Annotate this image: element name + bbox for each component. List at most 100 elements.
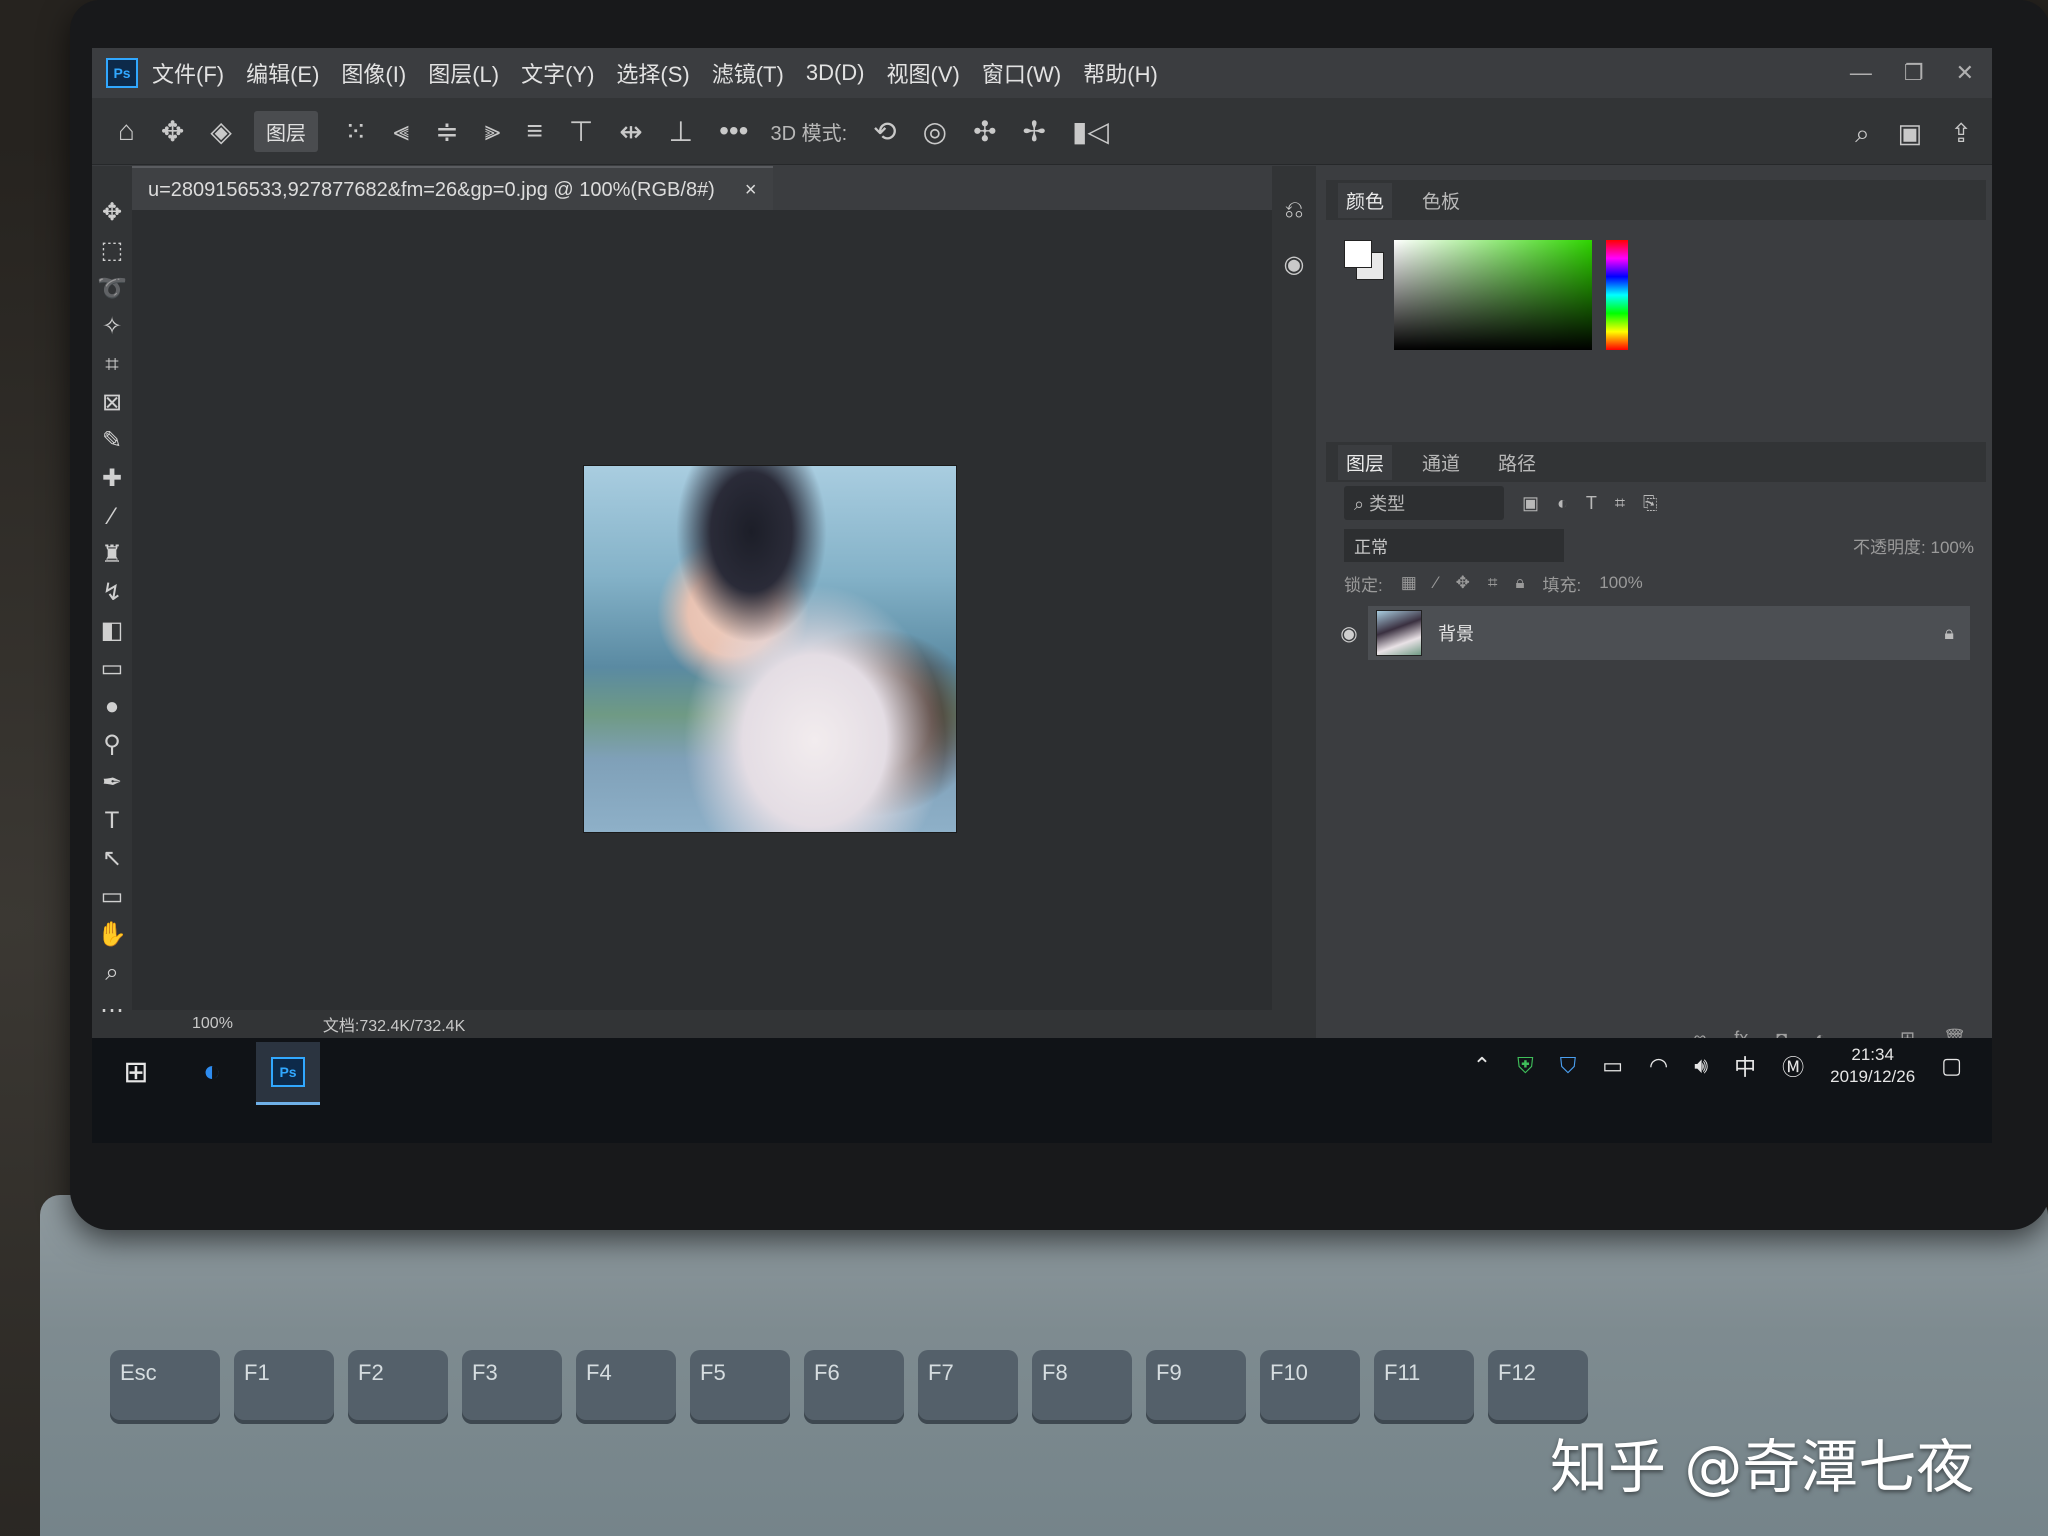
- history-brush-icon[interactable]: ↯: [102, 580, 122, 606]
- brush-icon[interactable]: ⁄: [110, 504, 114, 530]
- menu-3d[interactable]: 3D(D): [806, 60, 865, 86]
- marquee-icon[interactable]: ⬚: [101, 238, 124, 264]
- healing-icon[interactable]: ✚: [102, 466, 122, 492]
- pen-icon[interactable]: ✒: [102, 770, 122, 796]
- key-f8[interactable]: F8: [1032, 1350, 1132, 1424]
- key-f9[interactable]: F9: [1146, 1350, 1246, 1424]
- opacity-value[interactable]: 100%: [1931, 538, 1974, 557]
- filter-pixel-icon[interactable]: ▣: [1522, 493, 1539, 514]
- more-options-icon[interactable]: •••: [719, 115, 748, 147]
- menu-select[interactable]: 选择(S): [616, 57, 689, 89]
- share-icon[interactable]: ⇪: [1950, 118, 1972, 150]
- zoom-level[interactable]: 100%: [192, 1015, 233, 1033]
- menu-help[interactable]: 帮助(H): [1083, 57, 1158, 89]
- dodge-icon[interactable]: ⚲: [103, 732, 121, 758]
- ime-indicator[interactable]: 中: [1734, 1050, 1756, 1082]
- volume-icon[interactable]: 🔊︎: [1694, 1053, 1708, 1079]
- filter-type-icon[interactable]: T: [1586, 493, 1597, 514]
- menu-layer[interactable]: 图层(L): [428, 57, 499, 89]
- battery-icon[interactable]: ▭: [1602, 1053, 1623, 1079]
- key-f2[interactable]: F2: [348, 1350, 448, 1424]
- lock-pixels-icon[interactable]: ⁄: [1435, 573, 1438, 593]
- move-icon[interactable]: ✥: [102, 200, 122, 226]
- key-esc[interactable]: Esc: [110, 1350, 220, 1424]
- align-left-icon[interactable]: ⫷: [393, 115, 409, 148]
- rectangle-icon[interactable]: ▭: [101, 884, 124, 910]
- layer-body[interactable]: 背景 🔒︎: [1368, 606, 1970, 660]
- lock-artboard-icon[interactable]: ⌗: [1488, 573, 1498, 593]
- key-f6[interactable]: F6: [804, 1350, 904, 1424]
- photoshop-taskbar-button[interactable]: Ps: [256, 1042, 320, 1105]
- lock-all-icon[interactable]: 🔒︎: [1515, 573, 1524, 593]
- align-center-icon[interactable]: ≑: [435, 115, 458, 148]
- blur-icon[interactable]: ●: [105, 694, 120, 720]
- workspace-icon[interactable]: ▣: [1898, 118, 1923, 150]
- align-bottom-icon[interactable]: ⊥: [669, 115, 693, 148]
- home-icon[interactable]: ⌂: [118, 115, 135, 147]
- security-icon[interactable]: ⛨: [1517, 1053, 1534, 1079]
- key-f1[interactable]: F1: [234, 1350, 334, 1424]
- key-f3[interactable]: F3: [462, 1350, 562, 1424]
- document-tab[interactable]: u=2809156533,927877682&fm=26&gp=0.jpg @ …: [132, 166, 773, 212]
- roll-3d-icon[interactable]: ◎: [923, 115, 947, 148]
- visibility-eye-icon[interactable]: ◉: [1330, 621, 1368, 646]
- key-f5[interactable]: F5: [690, 1350, 790, 1424]
- tab-channels[interactable]: 通道: [1414, 445, 1468, 480]
- layer-name[interactable]: 背景: [1438, 620, 1928, 646]
- restore-icon[interactable]: ❐: [1904, 60, 1924, 86]
- menu-view[interactable]: 视图(V): [887, 57, 960, 89]
- menu-image[interactable]: 图像(I): [341, 57, 406, 89]
- menu-type[interactable]: 文字(Y): [521, 57, 594, 89]
- crop-icon[interactable]: ⌗: [105, 352, 119, 378]
- key-f11[interactable]: F11: [1374, 1350, 1474, 1424]
- tab-layers[interactable]: 图层: [1338, 444, 1393, 480]
- lock-position-icon[interactable]: ✥: [1456, 573, 1470, 593]
- more-tools-icon[interactable]: ⋯: [100, 998, 124, 1024]
- layer-row-background[interactable]: ◉ 背景 🔒︎: [1330, 606, 1970, 660]
- stamp-icon[interactable]: ♜: [101, 542, 123, 568]
- clock[interactable]: 21:34 2019/12/26: [1830, 1044, 1915, 1088]
- slide-3d-icon[interactable]: ✢: [1023, 115, 1046, 148]
- chevron-up-icon[interactable]: ⌃: [1473, 1053, 1491, 1079]
- camera-3d-icon[interactable]: ▮◁: [1072, 115, 1109, 148]
- canvas-area[interactable]: [132, 210, 1272, 1010]
- eraser-icon[interactable]: ◧: [101, 618, 124, 644]
- hue-slider[interactable]: [1606, 240, 1628, 350]
- tab-paths[interactable]: 路径: [1490, 445, 1544, 480]
- minimize-icon[interactable]: —: [1850, 60, 1872, 86]
- magic-wand-icon[interactable]: ✧: [102, 314, 122, 340]
- blend-mode-select[interactable]: 正常: [1344, 528, 1564, 562]
- tab-swatches[interactable]: 色板: [1414, 183, 1468, 218]
- tab-close-icon[interactable]: ×: [745, 179, 757, 202]
- type-icon[interactable]: T: [105, 808, 120, 834]
- filter-smart-icon[interactable]: ⎘: [1643, 493, 1657, 514]
- notification-icon[interactable]: ▢: [1941, 1053, 1962, 1079]
- frame-icon[interactable]: ⊠: [102, 390, 122, 416]
- pan-3d-icon[interactable]: ✣: [973, 115, 996, 148]
- wifi-icon[interactable]: ◠: [1649, 1053, 1668, 1079]
- key-f7[interactable]: F7: [918, 1350, 1018, 1424]
- align-top-icon[interactable]: ⊤: [569, 115, 593, 148]
- eyedropper-icon[interactable]: ✎: [102, 428, 122, 454]
- lasso-icon[interactable]: ➰: [97, 276, 127, 302]
- foreground-color-swatch[interactable]: [1344, 240, 1372, 268]
- canvas-image[interactable]: [584, 466, 956, 832]
- color-picker-field[interactable]: [1394, 240, 1592, 350]
- layer-filter-kind[interactable]: ⌕ 类型: [1344, 486, 1504, 520]
- filter-shape-icon[interactable]: ⌗: [1615, 493, 1625, 514]
- align-middle-icon[interactable]: ⇹: [619, 115, 642, 148]
- input-method-icon[interactable]: Ⓜ: [1782, 1050, 1804, 1082]
- distribute-icon[interactable]: ≡: [526, 115, 542, 147]
- auto-select-icon[interactable]: ◈: [210, 115, 232, 148]
- shield-icon[interactable]: ⛉: [1560, 1053, 1577, 1079]
- align-right-icon[interactable]: ⫸: [485, 115, 501, 148]
- search-icon[interactable]: ⌕: [1855, 118, 1870, 150]
- search-taskbar-button[interactable]: ◐: [180, 1042, 244, 1102]
- close-icon[interactable]: ✕: [1956, 60, 1974, 86]
- lock-transparent-icon[interactable]: ▦: [1401, 573, 1417, 593]
- zoom-icon[interactable]: ⌕: [105, 960, 118, 986]
- history-panel-icon[interactable]: ⎌: [1284, 196, 1303, 224]
- fill-value[interactable]: 100%: [1599, 573, 1642, 593]
- key-f4[interactable]: F4: [576, 1350, 676, 1424]
- fg-bg-swatches[interactable]: [1344, 240, 1384, 280]
